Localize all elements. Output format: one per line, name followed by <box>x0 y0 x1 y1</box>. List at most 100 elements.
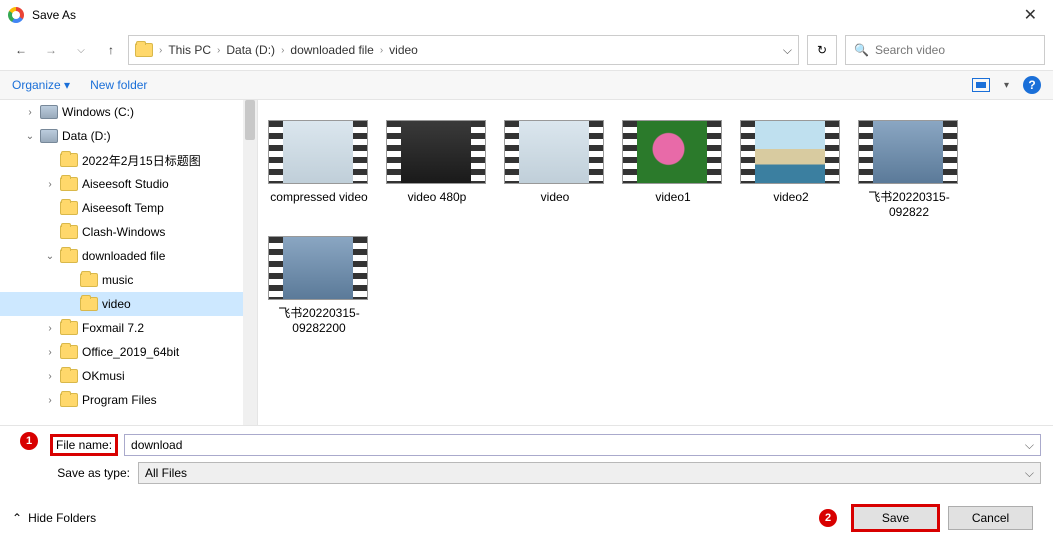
video-thumbnail <box>268 236 368 300</box>
savetype-combo[interactable]: All Files ⌵ <box>138 462 1041 484</box>
file-item[interactable]: video1 <box>622 120 724 220</box>
folder-icon <box>60 345 78 359</box>
refresh-button[interactable]: ↻ <box>807 35 837 65</box>
folder-icon <box>60 177 78 191</box>
file-pane[interactable]: compressed video video 480p video video1 vid… <box>258 100 1053 425</box>
folder-icon <box>60 153 78 167</box>
nav-row: ← → ⌵ ↑ › This PC › Data (D:) › download… <box>0 30 1053 70</box>
chevron-down-icon[interactable]: ▾ <box>1004 80 1009 91</box>
folder-icon <box>135 43 153 57</box>
folder-icon <box>60 321 78 335</box>
chevron-right-icon: › <box>217 45 220 56</box>
chevron-right-icon: › <box>380 45 383 56</box>
chevron-down-icon[interactable]: ⌵ <box>1025 438 1034 453</box>
folder-icon <box>60 201 78 215</box>
tree-item-label: 2022年2月15日标题图 <box>82 152 201 169</box>
toolbar: Organize ▾ New folder ▾ ? <box>0 70 1053 100</box>
breadcrumb[interactable]: video <box>389 43 418 57</box>
file-label: compressed video <box>268 190 370 205</box>
expander-icon[interactable]: › <box>24 107 36 118</box>
tree-item[interactable]: music <box>0 268 257 292</box>
hide-folders-button[interactable]: ⌃ Hide Folders <box>12 511 96 525</box>
breadcrumb[interactable]: This PC <box>168 43 211 57</box>
video-thumbnail <box>268 120 368 184</box>
file-label: video <box>504 190 606 205</box>
cancel-button[interactable]: Cancel <box>948 506 1033 530</box>
filename-label: File name: <box>52 436 116 454</box>
chevron-right-icon: › <box>159 45 162 56</box>
back-button[interactable]: ← <box>8 37 34 63</box>
tree-item-label: OKmusi <box>82 369 125 383</box>
expander-icon[interactable]: › <box>44 323 56 334</box>
expander-icon[interactable]: ⌄ <box>24 131 36 142</box>
tree-item-label: Office_2019_64bit <box>82 345 179 359</box>
file-item[interactable]: video 480p <box>386 120 488 220</box>
folder-icon <box>60 393 78 407</box>
disk-icon <box>40 105 58 119</box>
up-button[interactable]: ↑ <box>98 37 124 63</box>
tree-item[interactable]: ›Foxmail 7.2 <box>0 316 257 340</box>
recent-dropdown[interactable]: ⌵ <box>68 37 94 63</box>
expander-icon[interactable]: › <box>44 347 56 358</box>
file-label: video 480p <box>386 190 488 205</box>
address-dropdown[interactable]: ⌵ <box>783 43 792 58</box>
folder-icon <box>60 369 78 383</box>
video-thumbnail <box>386 120 486 184</box>
save-button[interactable]: Save <box>853 506 938 530</box>
search-placeholder: Search video <box>875 43 945 57</box>
file-item[interactable]: 飞书20220315-09282200 <box>268 236 370 336</box>
file-label: 飞书20220315-092822 <box>858 190 960 220</box>
expander-icon[interactable]: › <box>44 395 56 406</box>
folder-tree[interactable]: › Windows (C:) ⌄ Data (D:) 2022年2月15日标题图 › Ais… <box>0 100 258 425</box>
callout-1: 1 <box>20 432 38 450</box>
tree-item[interactable]: › Windows (C:) <box>0 100 257 124</box>
breadcrumb[interactable]: downloaded file <box>290 43 373 57</box>
tree-item-label: video <box>102 297 131 311</box>
file-item[interactable]: 飞书20220315-092822 <box>858 120 960 220</box>
tree-item[interactable]: ⌄downloaded file <box>0 244 257 268</box>
savetype-label: Save as type: <box>30 466 130 480</box>
expander-icon[interactable]: › <box>44 179 56 190</box>
disk-icon <box>40 129 58 143</box>
video-thumbnail <box>740 120 840 184</box>
scrollbar[interactable] <box>243 100 257 425</box>
organize-button[interactable]: Organize ▾ <box>12 78 70 92</box>
tree-item[interactable]: ⌄ Data (D:) <box>0 124 257 148</box>
tree-item[interactable]: Clash-Windows <box>0 220 257 244</box>
file-item[interactable]: compressed video <box>268 120 370 220</box>
view-icon[interactable] <box>972 78 990 92</box>
file-item[interactable]: video <box>504 120 606 220</box>
tree-item[interactable]: › Office_2019_64bit <box>0 340 257 364</box>
tree-item[interactable]: 2022年2月15日标题图 <box>0 148 257 172</box>
search-icon: 🔍 <box>854 43 869 57</box>
search-input[interactable]: 🔍 Search video <box>845 35 1045 65</box>
filename-input[interactable]: download ⌵ <box>124 434 1041 456</box>
tree-item[interactable]: › Aiseesoft Studio <box>0 172 257 196</box>
new-folder-button[interactable]: New folder <box>90 78 147 92</box>
tree-item-label: Data (D:) <box>62 129 111 143</box>
help-icon[interactable]: ? <box>1023 76 1041 94</box>
tree-item-label: Windows (C:) <box>62 105 134 119</box>
chevron-down-icon[interactable]: ⌵ <box>1025 466 1034 481</box>
tree-item[interactable]: › OKmusi <box>0 364 257 388</box>
expander-icon[interactable]: › <box>44 371 56 382</box>
chevron-right-icon: › <box>281 45 284 56</box>
chevron-up-icon: ⌃ <box>12 511 22 525</box>
file-label: video1 <box>622 190 724 205</box>
close-icon[interactable]: ✕ <box>1016 1 1045 29</box>
tree-item[interactable]: Aiseesoft Temp <box>0 196 257 220</box>
titlebar: Save As ✕ <box>0 0 1053 30</box>
video-thumbnail <box>622 120 722 184</box>
tree-item[interactable]: video <box>0 292 257 316</box>
chrome-icon <box>8 7 24 23</box>
tree-item-label: Aiseesoft Studio <box>82 177 169 191</box>
tree-item-label: music <box>102 273 133 287</box>
address-bar[interactable]: › This PC › Data (D:) › downloaded file … <box>128 35 799 65</box>
tree-item[interactable]: ›Program Files <box>0 388 257 412</box>
breadcrumb[interactable]: Data (D:) <box>226 43 275 57</box>
folder-icon <box>60 225 78 239</box>
tree-item-label: Aiseesoft Temp <box>82 201 164 215</box>
expander-icon[interactable]: ⌄ <box>44 251 56 262</box>
file-item[interactable]: video2 <box>740 120 842 220</box>
file-label: video2 <box>740 190 842 205</box>
